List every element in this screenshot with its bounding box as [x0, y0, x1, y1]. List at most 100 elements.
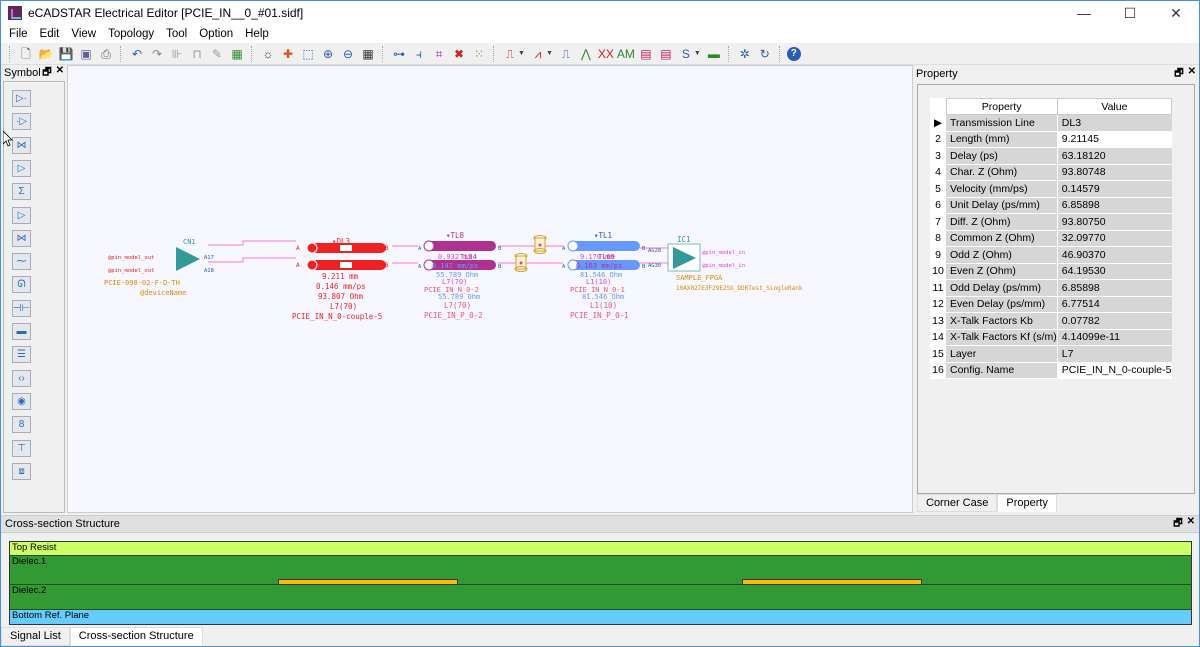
driver-icon[interactable]: ▷· — [12, 90, 31, 107]
transmission-line-icon[interactable]: ▬ — [12, 323, 31, 340]
tab-property[interactable]: Property — [997, 494, 1057, 512]
property-value[interactable]: DL3 — [1057, 114, 1172, 132]
property-value[interactable]: 32.09770 — [1057, 230, 1172, 247]
spectrum-icon[interactable]: ⋀ — [577, 45, 595, 63]
report-export-icon[interactable]: ▤ — [657, 45, 675, 63]
capacitor-icon[interactable]: ⊣⊢ — [12, 299, 31, 317]
property-row[interactable]: 2 Length (mm) 9.21145 — [930, 131, 1172, 148]
layer-dielec-2[interactable]: Dielec.2 — [10, 585, 1191, 610]
simulate-icon[interactable]: ⎍ — [501, 45, 519, 63]
trace-negative[interactable] — [742, 579, 922, 585]
menu-help[interactable]: Help — [239, 28, 275, 40]
property-value[interactable]: 93.80748 — [1057, 164, 1172, 181]
property-value[interactable]: 4.14099e-11 — [1057, 329, 1172, 346]
menu-edit[interactable]: Edit — [34, 28, 66, 40]
toolbar-grip[interactable] — [727, 45, 731, 62]
property-value[interactable]: 6.85898 — [1057, 197, 1172, 214]
maximize-button[interactable]: ☐ — [1107, 1, 1153, 25]
layer-top-resist[interactable]: Top Resist — [10, 542, 1191, 556]
history-icon[interactable]: ↻ — [756, 45, 774, 63]
diff-receiver-icon[interactable]: ▷ — [12, 206, 31, 224]
property-value[interactable]: L7 — [1057, 345, 1172, 363]
save-icon[interactable]: 💾 — [57, 45, 75, 63]
inductor-icon[interactable]: ᘏ — [12, 276, 31, 294]
property-row[interactable]: 10 Even Z (Ohm) 64.19530 — [930, 263, 1172, 280]
tab-cross-section-structure[interactable]: Cross-section Structure — [69, 627, 203, 646]
diff-bidir-icon[interactable]: ⋈ — [12, 229, 31, 247]
crosstalk-icon[interactable]: XX — [597, 45, 615, 63]
package-icon[interactable]: ⧈ — [12, 462, 31, 480]
property-row[interactable]: 8 Common Z (Ohm) 32.09770 — [930, 230, 1172, 247]
zoom-fit-icon[interactable]: ☼ — [259, 45, 277, 63]
property-row[interactable]: 5 Velocity (mm/ps) 0.14579 — [930, 180, 1172, 198]
board-icon[interactable]: ▦ — [228, 45, 246, 63]
toolbar-grip[interactable] — [251, 45, 254, 62]
component-tl8[interactable]: ▾TL8 A B A B 0.932 mm TL34 0.147 mm/ps 5… — [418, 231, 502, 320]
step-icon[interactable]: ⊪ — [168, 45, 186, 63]
property-value[interactable]: 63.18120 — [1057, 147, 1172, 165]
component-dl3[interactable]: ▾DL3 A A B B 9.211 mm 0.146 mm/ps 93.807… — [292, 237, 389, 321]
menu-option[interactable]: Option — [193, 28, 239, 40]
receiver-icon[interactable]: ·▷ — [12, 113, 31, 131]
toolbar-grip[interactable] — [778, 45, 782, 62]
property-row[interactable]: ▶ Transmission Line DL3 — [930, 114, 1172, 132]
layer-bottom-ref-plane[interactable]: Bottom Ref. Plane — [10, 610, 1191, 624]
panel-close-icon[interactable]: ✕ — [1188, 66, 1196, 83]
property-row[interactable]: 16 Config. Name PCIE_IN_N_0-couple-5 — [930, 362, 1172, 379]
resistor-icon[interactable]: ⁓ — [12, 253, 31, 271]
zoom-window-icon[interactable]: ⬚ — [299, 45, 317, 63]
column-header-property[interactable]: Property — [945, 98, 1058, 115]
zoom-in-icon[interactable]: ⊕ — [319, 45, 337, 63]
property-row[interactable]: 9 Odd Z (Ohm) 46.90370 — [930, 246, 1172, 264]
tab-corner-case[interactable]: Corner Case — [917, 494, 998, 512]
bidirectional-icon[interactable]: ⋈ — [12, 136, 31, 154]
print-icon[interactable]: ⎙ — [97, 45, 115, 63]
tab-signal-list[interactable]: Signal List — [1, 627, 70, 646]
redo-icon[interactable]: ↷ — [148, 45, 166, 63]
menu-topology[interactable]: Topology — [102, 28, 160, 40]
cross-section-view[interactable]: Top Resist Dielec.1 Dielec.2 Bottom Ref.… — [9, 541, 1192, 625]
topology-icon[interactable]: ⌗ — [430, 45, 448, 63]
property-value[interactable]: 6.77514 — [1057, 296, 1172, 313]
save-as-icon[interactable]: ▣ — [77, 45, 95, 63]
ami-icon[interactable]: AM — [617, 45, 635, 63]
diff-driver-icon[interactable]: Σ — [12, 183, 31, 201]
component-cn1[interactable]: CN1 @pin_model_out @pin_model_out A17 A1… — [104, 238, 214, 297]
waveform-icon[interactable]: ⊓ — [188, 45, 206, 63]
via-pair-icon[interactable]: 8 — [12, 416, 31, 434]
property-value[interactable]: 6.85898 — [1057, 279, 1172, 297]
float-icon[interactable]: 🗗 — [1173, 516, 1182, 533]
zoom-out-icon[interactable]: ⊖ — [339, 45, 357, 63]
via-icon[interactable]: ◉ — [12, 392, 31, 410]
component-tl1[interactable]: ▾TL1 A B A B 9.170 mm TL69 0.163 mm/ps 8… — [562, 231, 646, 320]
edit-component-icon[interactable]: ✎ — [208, 45, 226, 63]
property-row[interactable]: 4 Char. Z (Ohm) 93.80748 — [930, 164, 1172, 181]
menu-file[interactable]: File — [3, 28, 34, 40]
column-header-value[interactable]: Value — [1056, 98, 1173, 115]
toolbar-grip[interactable] — [120, 45, 123, 62]
property-value[interactable]: 9.21145 — [1057, 131, 1172, 148]
property-row[interactable]: 7 Diff. Z (Ohm) 93.80750 — [930, 213, 1172, 231]
report-icon[interactable]: ▤ — [637, 45, 655, 63]
property-value[interactable]: 93.80750 — [1057, 213, 1172, 231]
help-icon[interactable]: ? — [786, 46, 801, 61]
dropdown-arrow-icon[interactable]: ▼ — [546, 50, 553, 57]
eye-diagram-icon[interactable]: ⎍ — [557, 45, 575, 63]
driver-enable-icon[interactable]: ▷ — [12, 159, 31, 177]
add-net-icon[interactable]: ⊶ — [390, 45, 408, 63]
dropdown-arrow-icon[interactable]: ▼ — [518, 50, 525, 57]
matrix-icon[interactable]: ⁙ — [470, 45, 488, 63]
property-value[interactable]: 64.19530 — [1057, 263, 1172, 280]
stackup-icon[interactable]: ▬ — [705, 45, 723, 63]
close-button[interactable]: ✕ — [1153, 1, 1199, 25]
menu-view[interactable]: View — [65, 28, 102, 40]
sparam-icon[interactable]: S — [677, 45, 695, 63]
connector-icon[interactable]: ‹› — [12, 369, 31, 387]
panel-close-icon[interactable]: ✕ — [1187, 516, 1195, 533]
property-value[interactable]: PCIE_IN_N_0-couple-5 — [1057, 362, 1172, 379]
property-row[interactable]: 14 X-Talk Factors Kf (s/m) 4.14099e-11 — [930, 329, 1172, 346]
undo-icon[interactable]: ↶ — [128, 45, 146, 63]
property-row[interactable]: 11 Odd Delay (ps/mm) 6.85898 — [930, 279, 1172, 297]
layer-dielec-1[interactable]: Dielec.1 — [10, 556, 1191, 585]
property-row[interactable]: 15 Layer L7 — [930, 345, 1172, 363]
